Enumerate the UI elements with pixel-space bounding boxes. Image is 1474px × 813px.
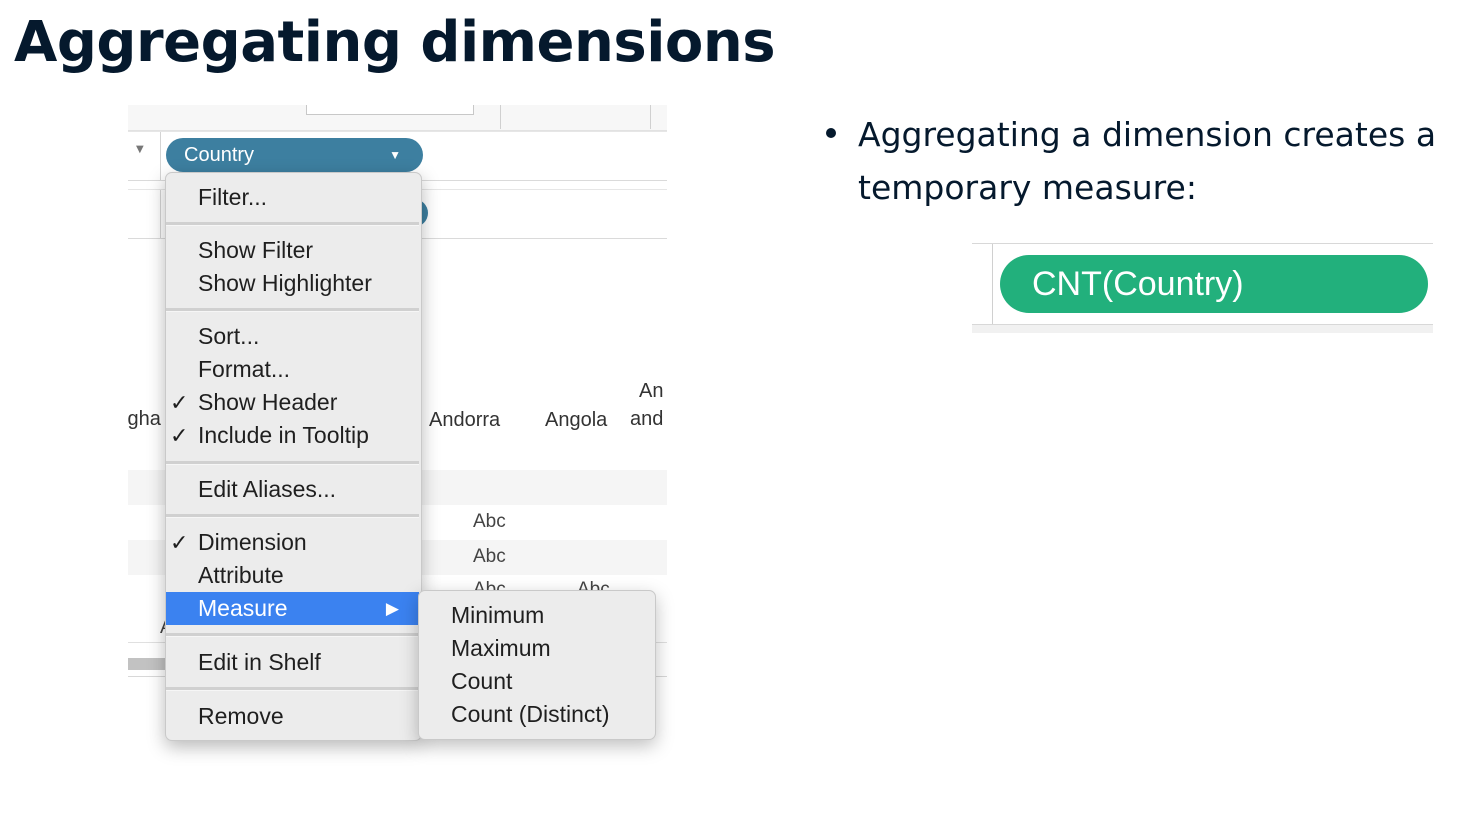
menu-item-label: Attribute — [198, 562, 284, 588]
divider — [972, 324, 1433, 333]
chevron-down-icon[interactable]: ▼ — [389, 138, 401, 172]
checkmark-icon: ✓ — [170, 423, 189, 448]
menu-item-show-header[interactable]: ✓ Show Header — [166, 386, 419, 419]
menu-separator — [166, 222, 419, 226]
table-cell: Abc — [473, 546, 506, 567]
toolbar-strip — [128, 105, 667, 131]
table-cell: Abc — [473, 511, 506, 532]
toolbar-separator — [650, 105, 651, 129]
menu-item-attribute[interactable]: Attribute — [166, 559, 419, 592]
menu-item-sort[interactable]: Sort... — [166, 320, 419, 353]
slide-title: Aggregating dimensions — [14, 10, 776, 75]
pill-label: Country — [184, 144, 255, 166]
submenu-arrow-icon: ▶ — [385, 599, 399, 618]
menu-item-label: Include in Tooltip — [198, 422, 369, 448]
submenu-item-count[interactable]: Count — [419, 665, 653, 698]
menu-item-label: Show Highlighter — [198, 270, 372, 296]
menu-item-label: Show Header — [198, 389, 338, 415]
menu-item-label: Format... — [198, 356, 291, 382]
menu-item-edit-aliases[interactable]: Edit Aliases... — [166, 473, 419, 506]
menu-item-measure[interactable]: Measure ▶ — [166, 592, 419, 625]
menu-item-edit-in-shelf[interactable]: Edit in Shelf — [166, 646, 419, 679]
menu-separator — [166, 633, 419, 637]
menu-separator — [166, 687, 419, 691]
column-header: An — [639, 380, 664, 402]
menu-item-label: Edit in Shelf — [198, 649, 321, 675]
column-header: fgha — [128, 408, 161, 430]
bullet-text: Aggregating a dimension creates a tempor… — [858, 115, 1437, 207]
menu-separator — [166, 308, 419, 312]
toolbar-separator — [500, 105, 501, 129]
menu-item-dimension[interactable]: ✓ Dimension — [166, 526, 419, 559]
toolbar-field — [306, 105, 474, 115]
context-menu: Filter... Show Filter Show Highlighter S… — [165, 172, 422, 741]
menu-item-label: Measure — [198, 595, 288, 621]
menu-item-label: Edit Aliases... — [198, 476, 337, 502]
bullet-icon — [826, 128, 836, 138]
column-header: Angola — [545, 409, 608, 431]
menu-item-filter[interactable]: Filter... — [166, 181, 419, 214]
shelf-divider — [160, 132, 161, 180]
menu-item-format[interactable]: Format... — [166, 353, 419, 386]
checkmark-icon: ✓ — [170, 530, 189, 555]
menu-item-label: Remove — [198, 703, 284, 729]
column-header: and — [630, 408, 664, 430]
submenu-item-count-distinct[interactable]: Count (Distinct) — [419, 698, 653, 731]
menu-item-label: Dimension — [198, 529, 307, 555]
menu-separator — [166, 461, 419, 465]
shelf-dropdown-icon[interactable]: ▼ — [136, 144, 144, 155]
menu-separator — [166, 514, 419, 518]
submenu-item-minimum[interactable]: Minimum — [419, 599, 653, 632]
menu-item-remove[interactable]: Remove — [166, 700, 419, 733]
shelf-divider — [992, 244, 993, 324]
checkmark-icon: ✓ — [170, 390, 189, 415]
shelf-divider — [160, 190, 161, 238]
country-pill[interactable]: Country ▼ — [166, 138, 423, 172]
menu-item-label: Filter... — [198, 184, 268, 210]
menu-item-label: Sort... — [198, 323, 260, 349]
menu-item-label: Show Filter — [198, 237, 314, 263]
submenu-item-maximum[interactable]: Maximum — [419, 632, 653, 665]
divider — [972, 243, 1433, 244]
column-header: Andorra — [429, 409, 501, 431]
menu-item-show-highlighter[interactable]: Show Highlighter — [166, 267, 419, 300]
cnt-country-pill[interactable]: CNT(Country) — [1000, 255, 1428, 313]
menu-item-include-in-tooltip[interactable]: ✓ Include in Tooltip — [166, 419, 419, 452]
menu-item-show-filter[interactable]: Show Filter — [166, 234, 419, 267]
result-shelf-screenshot: CNT(Country) — [972, 229, 1433, 333]
measure-submenu: Minimum Maximum Count Count (Distinct) — [418, 590, 656, 740]
